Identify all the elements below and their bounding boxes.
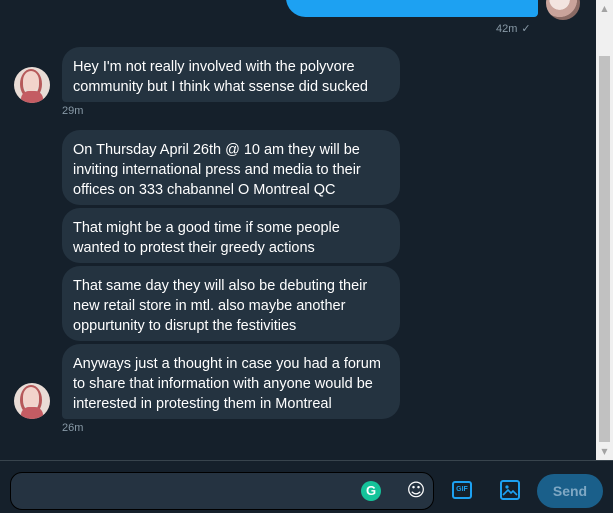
image-upload-icon[interactable]	[500, 480, 520, 500]
received-message-bubble[interactable]: On Thursday April 26th @ 10 am they will…	[62, 130, 400, 205]
send-button[interactable]: Send	[537, 474, 603, 508]
received-message-bubble[interactable]: That same day they will also be debuting…	[62, 266, 400, 341]
own-avatar[interactable]	[546, 0, 580, 20]
contact-avatar[interactable]	[14, 383, 50, 419]
vertical-scrollbar[interactable]: ▲ ▼	[596, 0, 613, 460]
conversation-pane: 42m ✓ Hey I'm not really involved with th…	[0, 0, 596, 460]
avatar-face	[23, 71, 39, 91]
received-message-bubble[interactable]: That might be a good time if some people…	[62, 208, 400, 263]
sent-message-meta: 42m ✓	[496, 22, 531, 35]
contact-avatar[interactable]	[14, 67, 50, 103]
message-time: 26m	[62, 422, 84, 434]
avatar-body	[21, 91, 43, 103]
message-input[interactable]: G ☺	[10, 472, 434, 510]
grammarly-icon[interactable]: G	[361, 481, 381, 501]
received-message-bubble[interactable]: Anyways just a thought in case you had a…	[62, 344, 400, 419]
received-message-bubble[interactable]: Hey I'm not really involved with the pol…	[62, 47, 400, 102]
message-time: 29m	[62, 105, 84, 117]
emoji-icon[interactable]: ☺	[406, 481, 426, 501]
sent-message-bubble[interactable]	[286, 0, 538, 17]
avatar-body	[21, 407, 43, 419]
scroll-up-arrow-icon[interactable]: ▲	[596, 0, 613, 17]
gif-button[interactable]: GIF	[452, 481, 472, 499]
avatar-face	[23, 387, 39, 407]
read-check-icon: ✓	[521, 23, 531, 35]
scrollbar-thumb[interactable]	[599, 56, 610, 442]
sent-message-time: 42m	[496, 23, 518, 35]
scroll-down-arrow-icon[interactable]: ▼	[596, 443, 613, 460]
message-composer: G ☺ GIF Send	[0, 460, 613, 513]
